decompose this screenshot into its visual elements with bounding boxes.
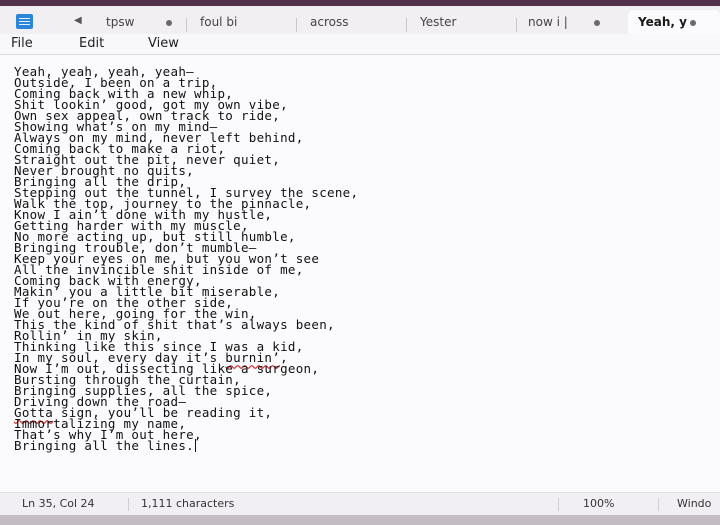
tab-label: tpsw — [106, 15, 135, 29]
tab-active[interactable]: Yeah, y — [628, 10, 720, 34]
tab-label: Yester — [420, 15, 457, 29]
status-separator — [558, 498, 559, 511]
tab-label: foul bi — [200, 15, 238, 29]
tab-label: Yeah, y — [638, 15, 687, 29]
tab-label: now i | — [528, 15, 568, 29]
status-separator — [658, 498, 659, 511]
character-count: 1,111 characters — [141, 497, 235, 510]
cursor-position: Ln 35, Col 24 — [22, 497, 95, 510]
tab-5[interactable]: now i | — [528, 10, 604, 34]
unsaved-dot-icon — [690, 20, 696, 26]
menu-file[interactable]: File — [11, 36, 33, 51]
line-text: Bringing all the lines. — [14, 438, 194, 453]
status-separator — [128, 498, 129, 511]
tab-4[interactable]: Yester — [420, 10, 510, 34]
tab-2[interactable]: foul bi — [200, 10, 290, 34]
text-caret — [195, 439, 196, 452]
bottom-edge — [0, 515, 720, 525]
text-editor[interactable]: Yeah, yeah, yeah, yeah— Outside, I been … — [0, 55, 720, 492]
tab-bar: ◀ tpsw foul bi across Yester now i | Yea… — [0, 6, 720, 34]
tab-1[interactable]: tpsw — [106, 10, 176, 34]
menu-edit[interactable]: Edit — [79, 36, 104, 51]
tab-label: across — [310, 15, 349, 29]
unsaved-dot-icon — [166, 20, 172, 26]
menu-bar: File Edit View — [0, 34, 720, 54]
line-ending[interactable]: Windo — [677, 497, 711, 510]
notepad-app-icon — [16, 14, 33, 29]
tab-separator — [406, 18, 407, 32]
editor-line: Bringing all the lines. — [14, 438, 196, 453]
tab-3[interactable]: across — [310, 10, 400, 34]
unsaved-dot-icon — [594, 20, 600, 26]
status-bar: Ln 35, Col 24 1,111 characters 100% Wind… — [0, 492, 720, 515]
menu-view[interactable]: View — [148, 36, 179, 51]
tab-separator — [186, 18, 187, 32]
tab-scroll-left-icon[interactable]: ◀ — [74, 15, 88, 26]
zoom-level[interactable]: 100% — [583, 497, 614, 510]
tab-separator — [296, 18, 297, 32]
tab-separator — [516, 18, 517, 32]
